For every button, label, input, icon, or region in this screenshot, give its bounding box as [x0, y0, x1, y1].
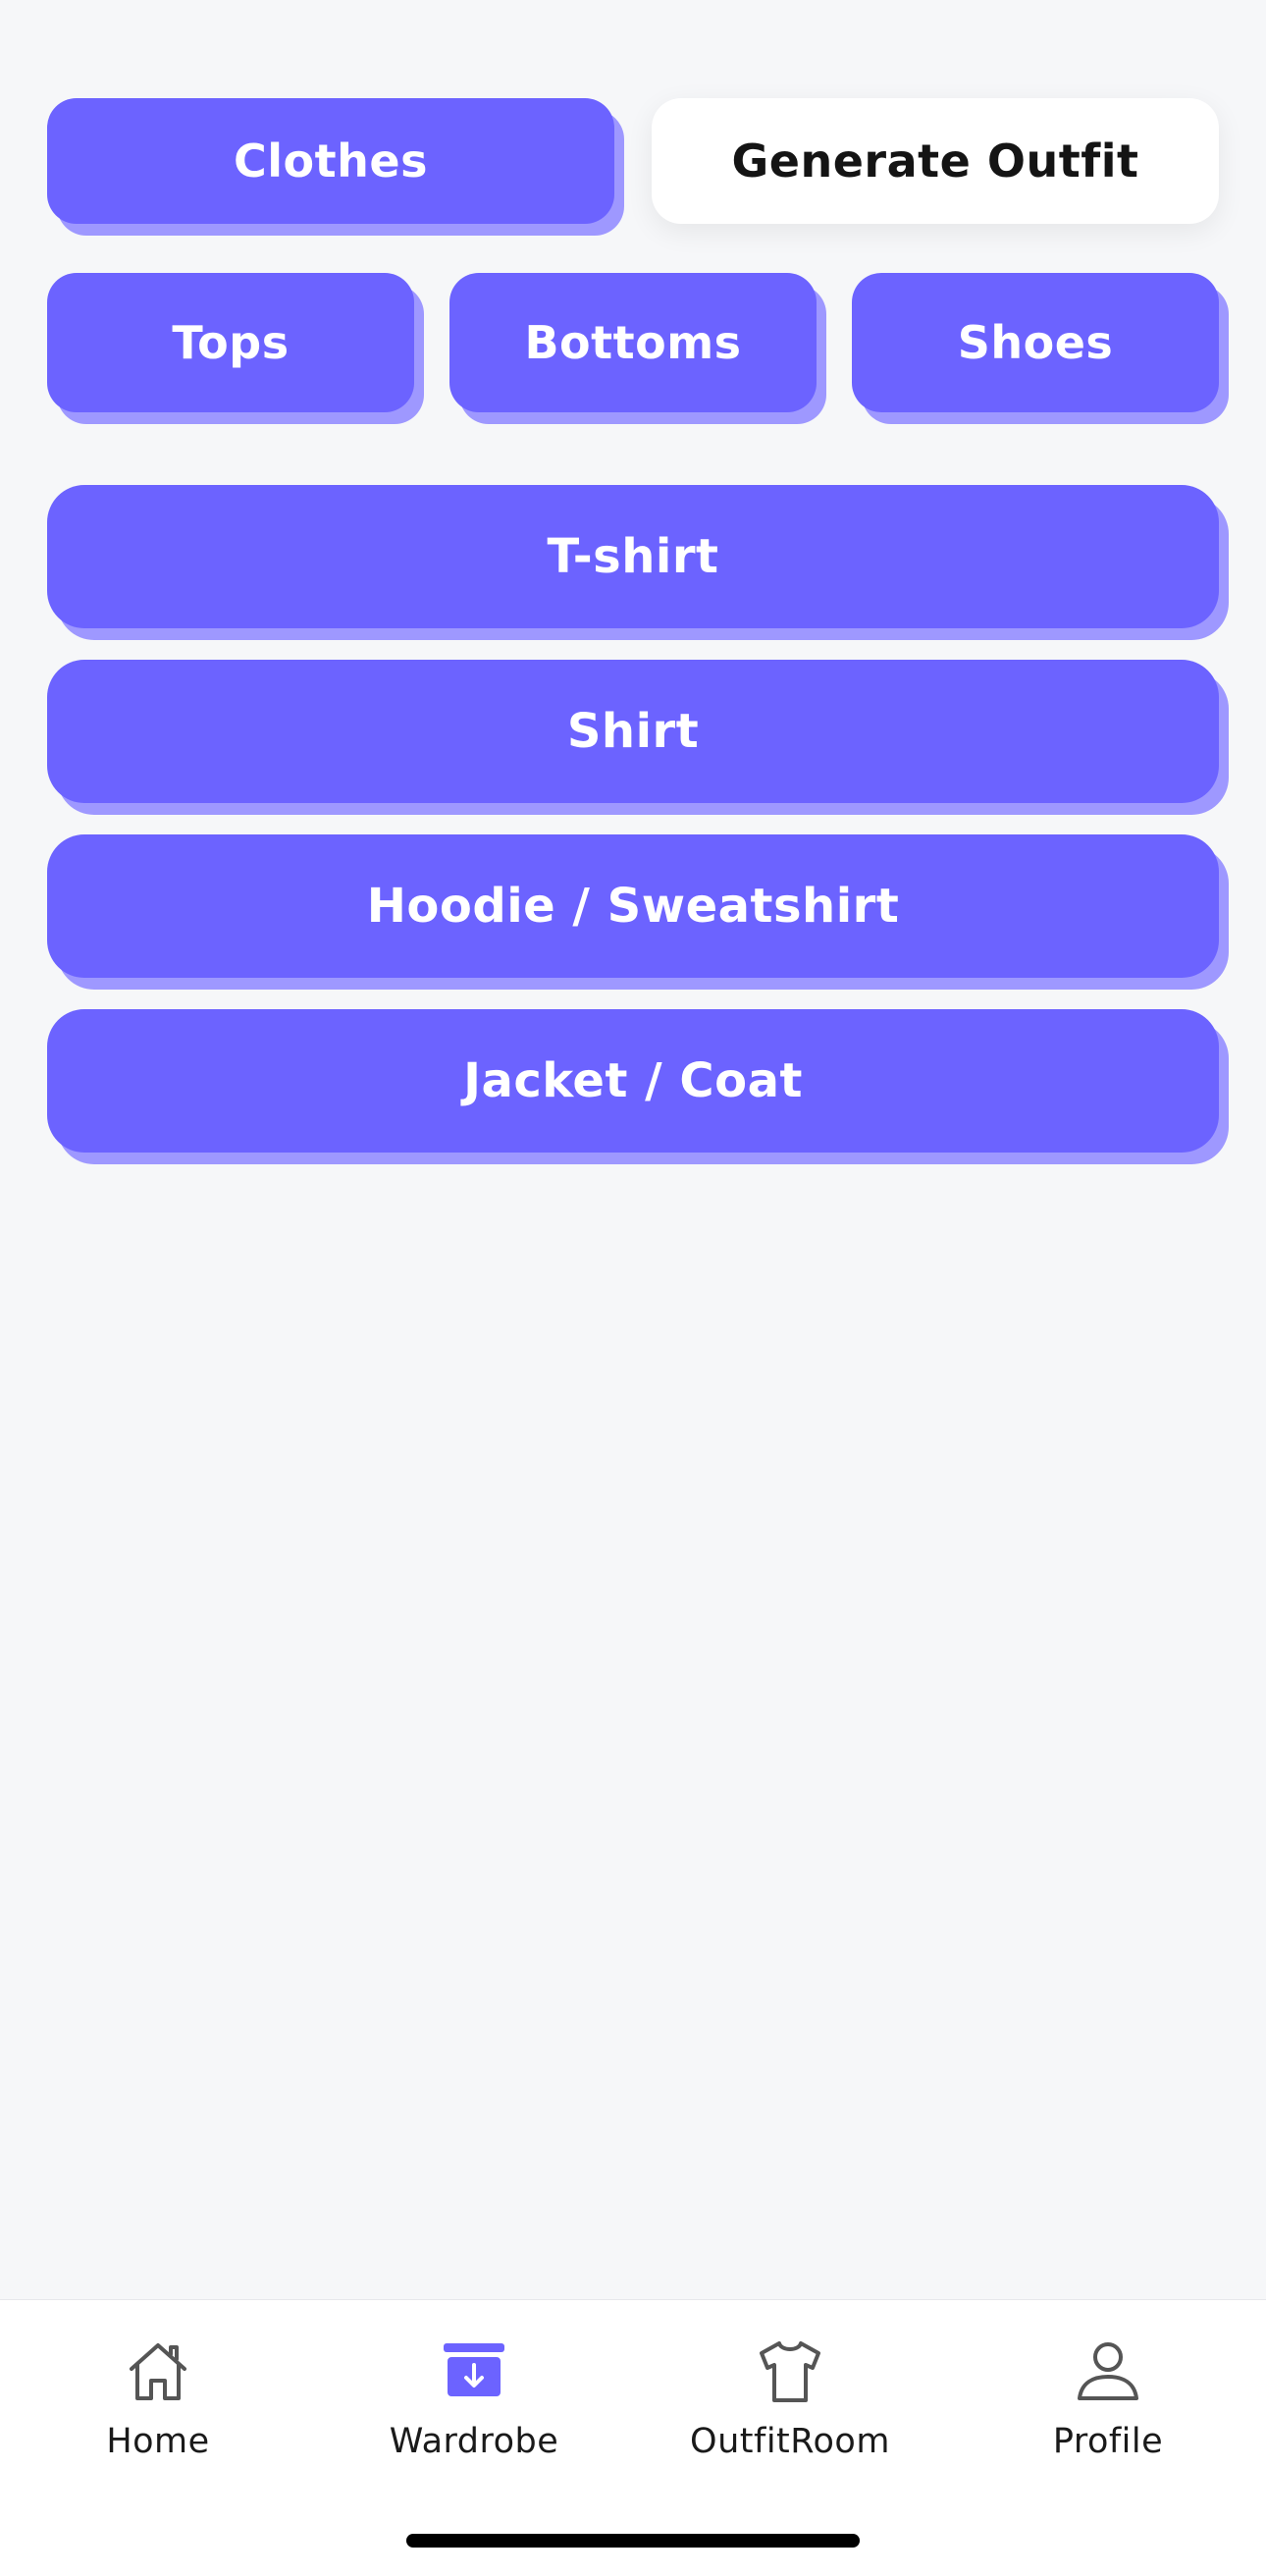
home-indicator[interactable]: [406, 2534, 860, 2548]
tops-label: Tops: [172, 316, 290, 369]
tab-wardrobe-label: Wardrobe: [389, 2422, 559, 2461]
clothes-button-label: Clothes: [234, 134, 428, 188]
item-label: T-shirt: [547, 529, 719, 584]
tops-button[interactable]: Tops: [47, 273, 414, 412]
home-icon: [130, 2343, 186, 2400]
tab-profile-label: Profile: [1052, 2422, 1164, 2461]
jacket-coat-item-button[interactable]: Jacket / Coat: [47, 1009, 1219, 1153]
bottoms-label: Bottoms: [524, 316, 742, 369]
tab-home-label: Home: [106, 2422, 210, 2461]
shoes-label: Shoes: [957, 316, 1114, 369]
tab-outfitroom[interactable]: OutfitRoom: [643, 2335, 937, 2502]
tab-profile[interactable]: Profile: [961, 2335, 1255, 2502]
profile-icon: [1078, 2342, 1138, 2400]
shoes-button[interactable]: Shoes: [852, 273, 1219, 412]
shirt-item-button[interactable]: Shirt: [47, 660, 1219, 803]
generate-outfit-label: Generate Outfit: [731, 134, 1139, 188]
hoodie-sweatshirt-item-button[interactable]: Hoodie / Sweatshirt: [47, 834, 1219, 978]
item-label: Jacket / Coat: [463, 1053, 803, 1108]
clothes-button[interactable]: Clothes: [47, 98, 614, 224]
bottoms-button[interactable]: Bottoms: [449, 273, 817, 412]
tab-outfitroom-label: OutfitRoom: [690, 2422, 890, 2461]
tab-wardrobe[interactable]: Wardrobe: [327, 2335, 621, 2502]
item-label: Shirt: [566, 704, 700, 759]
tshirt-item-button[interactable]: T-shirt: [47, 485, 1219, 628]
wardrobe-icon: [444, 2343, 504, 2396]
generate-outfit-button[interactable]: Generate Outfit: [652, 98, 1219, 224]
tshirt-icon: [760, 2341, 820, 2402]
tab-home[interactable]: Home: [11, 2335, 305, 2502]
item-label: Hoodie / Sweatshirt: [366, 879, 900, 934]
